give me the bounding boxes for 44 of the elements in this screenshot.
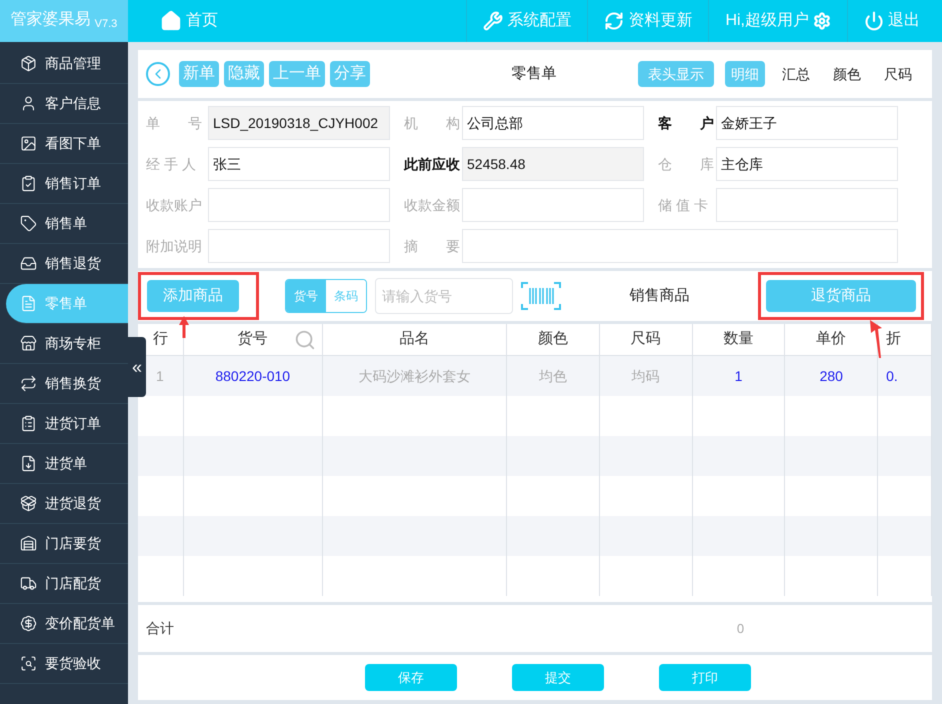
input-field[interactable]: LSD_20190318_CJYH002 [208, 106, 390, 140]
input-field[interactable]: 张三 [208, 147, 390, 181]
total-quantity: 0 [736, 620, 746, 638]
total-label: 合计 [145, 619, 175, 638]
input-field[interactable]: 主仓库 [716, 147, 898, 181]
collapse-button[interactable]: « [128, 337, 146, 397]
sidebar-item[interactable]: 销售单 [0, 204, 128, 244]
column-header: 品名 [322, 324, 508, 355]
column-header: 数量 [692, 324, 786, 355]
sidebar-item[interactable]: 进货退货 [0, 484, 128, 524]
field-label: 此前应收 [404, 154, 461, 174]
field-label: 经 手 人 [146, 154, 197, 174]
field-label: 机 构 [404, 114, 461, 132]
sidebar-item[interactable]: 商品管理 [0, 44, 128, 84]
app-name: 管家婆果易 [10, 10, 91, 30]
search-field[interactable]: 请输入货号 [375, 278, 513, 314]
field-label: 客 户 [658, 114, 715, 132]
sidebar-item[interactable]: 门店要货 [0, 524, 128, 564]
page-title: 零售单 [510, 64, 558, 84]
field-label: 单 号 [146, 114, 203, 132]
sidebar-item[interactable]: 门店配货 [0, 564, 128, 604]
field-label: 收款金额 [404, 196, 461, 214]
view-tab[interactable]: 汇总 [776, 61, 816, 87]
column-header: 颜色 [507, 324, 600, 355]
field-label: 储 值 卡 [658, 196, 709, 214]
input-field[interactable]: 金娇王子 [716, 106, 898, 140]
view-tab[interactable]: 尺码 [878, 61, 918, 87]
input-field[interactable]: 52458.48 [462, 147, 644, 181]
field-label: 收款账户 [146, 196, 203, 214]
sidebar-item[interactable]: 进货订单 [0, 404, 128, 444]
sidebar-item[interactable]: 进货单 [0, 444, 128, 484]
view-tab[interactable]: 颜色 [827, 61, 867, 87]
sidebar-item[interactable]: 要货验收 [0, 644, 128, 684]
field-label: 附加说明 [146, 236, 203, 256]
column-header: 尺码 [600, 324, 693, 355]
sidebar-item[interactable]: 客户信息 [0, 84, 128, 124]
sidebar-item[interactable]: 销售订单 [0, 164, 128, 204]
input-field[interactable]: 公司总部 [462, 106, 644, 140]
field-label: 摘 要 [404, 236, 461, 256]
version-label: V7.3 [94, 16, 118, 32]
field-label: 仓 库 [658, 154, 715, 174]
section-label: 销售商品 [628, 286, 690, 306]
sidebar-item[interactable]: 看图下单 [0, 124, 128, 164]
sidebar-item[interactable]: 变价配货单 [0, 604, 128, 644]
